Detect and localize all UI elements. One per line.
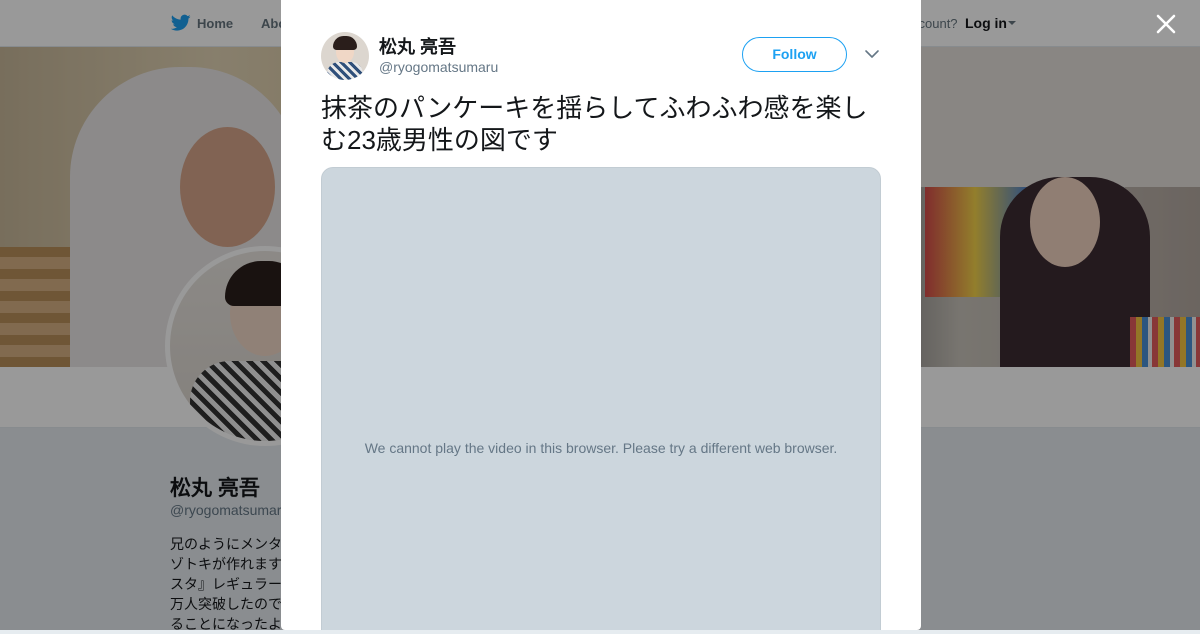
tweet-author-handle[interactable]: @ryogomatsumaru <box>379 59 498 75</box>
video-unsupported-message: We cannot play the video in this browser… <box>364 440 838 456</box>
tweet-modal: 松丸 亮吾 @ryogomatsumaru Follow 抹茶のパンケーキを揺ら… <box>281 0 921 630</box>
follow-button[interactable]: Follow <box>742 37 847 72</box>
chevron-down-icon[interactable] <box>864 47 880 61</box>
tweet-author-name[interactable]: 松丸 亮吾 <box>379 33 456 59</box>
tweet-text: 抹茶のパンケーキを揺らしてふわふわ感を楽しむ23歳男性の図です <box>321 93 868 155</box>
tweet-avatar-hair <box>333 36 357 50</box>
tweet-video-player[interactable]: We cannot play the video in this browser… <box>321 167 881 630</box>
tweet-avatar-jacket <box>327 62 363 80</box>
close-icon[interactable] <box>1152 10 1180 38</box>
tweet-author-avatar[interactable] <box>321 32 369 80</box>
